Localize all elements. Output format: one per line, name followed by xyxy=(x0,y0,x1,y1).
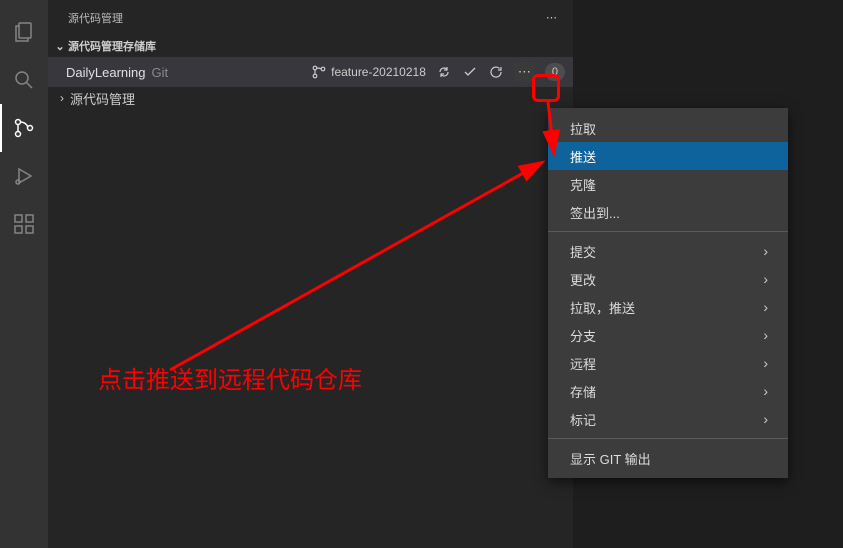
chevron-right-icon: › xyxy=(763,271,768,287)
branch-indicator[interactable]: feature-20210218 xyxy=(311,64,426,80)
repo-name: DailyLearning xyxy=(66,65,146,80)
menu-item-pull[interactable]: 拉取 xyxy=(548,114,788,142)
sidebar: 源代码管理 ⋯ ⌄ 源代码管理存储库 DailyLearning Git fea… xyxy=(48,0,573,548)
menu-item-stash[interactable]: 存储› xyxy=(548,377,788,405)
chevron-right-icon: › xyxy=(763,411,768,427)
explorer-icon[interactable] xyxy=(0,8,48,56)
changes-count: 0 xyxy=(545,63,565,81)
menu-separator xyxy=(548,438,788,439)
refresh-icon[interactable] xyxy=(488,64,504,80)
chevron-down-icon: ⌄ xyxy=(52,40,68,53)
repo-row[interactable]: DailyLearning Git feature-20210218 ⋯ 0 xyxy=(48,57,573,87)
repo-type: Git xyxy=(152,65,169,80)
run-debug-icon[interactable] xyxy=(0,152,48,200)
branch-icon xyxy=(311,64,327,80)
menu-item-changes[interactable]: 更改› xyxy=(548,265,788,293)
chevron-right-icon: › xyxy=(763,327,768,343)
chevron-right-icon: › xyxy=(763,383,768,399)
menu-item-branch[interactable]: 分支› xyxy=(548,321,788,349)
branch-name: feature-20210218 xyxy=(331,65,426,79)
section-label: 源代码管理 xyxy=(70,89,135,108)
context-menu: 拉取 推送 克隆 签出到... 提交› 更改› 拉取，推送› 分支› 远程› 存… xyxy=(548,108,788,478)
activity-bar xyxy=(0,0,48,548)
menu-item-checkout[interactable]: 签出到... xyxy=(548,198,788,226)
commit-check-icon[interactable] xyxy=(462,64,478,80)
section-header-scm[interactable]: › 源代码管理 xyxy=(48,87,573,109)
chevron-right-icon: › xyxy=(54,91,70,105)
chevron-right-icon: › xyxy=(763,355,768,371)
sync-icon[interactable] xyxy=(436,64,452,80)
sidebar-more-icon[interactable]: ⋯ xyxy=(546,11,557,24)
sidebar-header: 源代码管理 ⋯ xyxy=(48,0,573,35)
menu-item-push[interactable]: 推送 xyxy=(548,142,788,170)
repo-more-button[interactable]: ⋯ xyxy=(514,62,535,82)
menu-item-clone[interactable]: 克隆 xyxy=(548,170,788,198)
menu-item-tag[interactable]: 标记› xyxy=(548,405,788,433)
extensions-icon[interactable] xyxy=(0,200,48,248)
chevron-right-icon: › xyxy=(763,299,768,315)
source-control-icon[interactable] xyxy=(0,104,48,152)
repo-actions: feature-20210218 ⋯ 0 xyxy=(311,62,565,82)
chevron-right-icon: › xyxy=(763,243,768,259)
menu-item-show-git-output[interactable]: 显示 GIT 输出 xyxy=(548,444,788,472)
menu-separator xyxy=(548,231,788,232)
search-icon[interactable] xyxy=(0,56,48,104)
section-label: 源代码管理存储库 xyxy=(68,38,156,54)
section-header-repos[interactable]: ⌄ 源代码管理存储库 xyxy=(48,35,573,57)
sidebar-title: 源代码管理 xyxy=(68,10,123,26)
menu-item-commit[interactable]: 提交› xyxy=(548,237,788,265)
menu-item-pull-push[interactable]: 拉取，推送› xyxy=(548,293,788,321)
menu-item-remote[interactable]: 远程› xyxy=(548,349,788,377)
